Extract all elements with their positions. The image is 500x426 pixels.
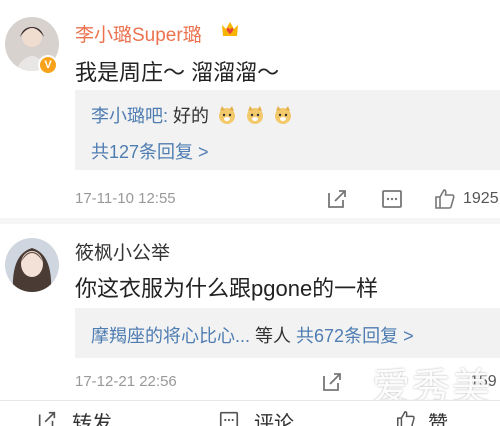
more-replies-link[interactable]: 共672条回复 > xyxy=(296,326,414,346)
comment-icon[interactable] xyxy=(380,187,404,211)
reply-line: 李小璐吧: 好的 xyxy=(91,102,293,128)
comment-text: 我是周庄～ 溜溜溜～ xyxy=(75,60,280,85)
thumbs-up-icon[interactable] xyxy=(433,187,457,211)
comment-button[interactable]: 评论 xyxy=(254,407,294,426)
share-icon[interactable] xyxy=(325,187,349,211)
avatar[interactable] xyxy=(5,238,59,292)
vip-badge-icon: V xyxy=(38,55,58,75)
like-count: 1925 xyxy=(463,190,499,207)
comment-username[interactable]: 李小璐Super璐 xyxy=(75,20,202,47)
comment-timestamp: 17-12-21 22:56 xyxy=(75,373,177,390)
share-icon[interactable] xyxy=(320,370,344,394)
reply-text: 好的 xyxy=(168,106,210,126)
comment-timestamp: 17-11-10 12:55 xyxy=(75,190,176,207)
repost-icon[interactable] xyxy=(36,409,58,426)
crown-heart-icon xyxy=(222,22,238,36)
comment-username[interactable]: 筱枫小公举 xyxy=(75,238,170,265)
reply-author[interactable]: 李小璐吧: xyxy=(91,106,168,126)
reply-summary: 摩羯座的将心比心... 等人 共672条回复 > xyxy=(91,322,414,348)
comment-item: V 李小璐Super璐 我是周庄～ 溜溜溜～ 李小璐吧: 好的 共127条回复 … xyxy=(0,0,500,218)
reply-box[interactable]: 摩羯座的将心比心... 等人 共672条回复 > xyxy=(75,308,500,358)
doge-emoji-icon xyxy=(247,106,264,124)
comment-text: 你这衣服为什么跟pgone的一样 xyxy=(75,276,379,301)
reply-author[interactable]: 摩羯座的将心比心... xyxy=(91,326,250,346)
repost-button[interactable]: 转发 xyxy=(72,407,112,426)
reply-suffix: 等人 xyxy=(250,326,297,346)
more-replies-link[interactable]: 共127条回复 > xyxy=(91,138,209,164)
doge-emoji-icon xyxy=(219,106,236,124)
bottom-action-bar: 转发 评论 赞 xyxy=(0,400,500,426)
like-button[interactable]: 赞 xyxy=(428,407,448,426)
doge-emoji-icon xyxy=(275,106,292,124)
reply-box[interactable]: 李小璐吧: 好的 共127条回复 > xyxy=(75,90,500,170)
thumbs-up-icon[interactable] xyxy=(395,409,417,426)
comment-icon[interactable] xyxy=(218,409,240,426)
